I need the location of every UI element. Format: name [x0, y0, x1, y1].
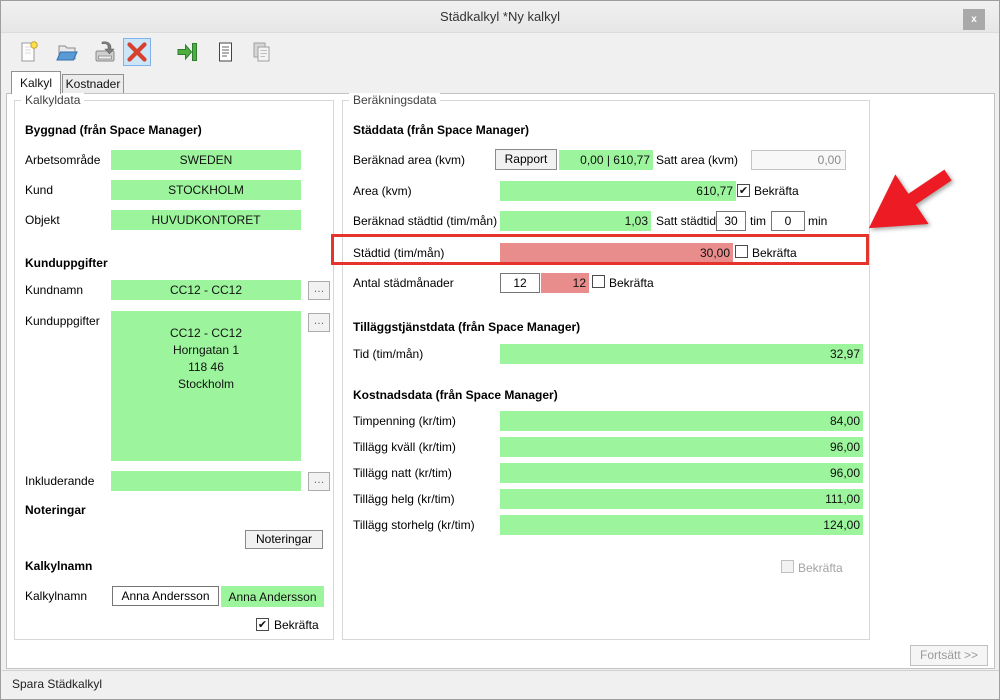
kalkylnamn-label: Kalkylnamn — [25, 589, 88, 603]
min-label: min — [808, 214, 828, 228]
kunduppgifter-field: CC12 - CC12 Horngatan 1 118 46 Stockholm — [111, 311, 301, 461]
tim-label: tim — [750, 214, 766, 228]
kalkylnamn-confirmed-field: Anna Andersson — [221, 586, 324, 607]
area-label: Area (kvm) — [353, 184, 412, 198]
address-line: 118 46 — [188, 360, 224, 374]
open-button[interactable] — [53, 38, 81, 66]
beraknad-area-field: 0,00 | 610,77 — [559, 150, 653, 170]
tab-page-kalkyl: Kalkyldata Byggnad (från Space Manager) … — [6, 93, 995, 669]
beraknad-area-label: Beräknad area (kvm) — [353, 153, 466, 167]
inkluderande-browse-button[interactable]: … — [308, 472, 330, 491]
area-bekrafta-checkbox[interactable]: ✔ — [737, 184, 750, 197]
manader-label: Antal städmånader — [353, 276, 454, 290]
report-page-icon — [219, 42, 232, 62]
objekt-label: Objekt — [25, 213, 60, 227]
beraknad-stadtid-label: Beräknad städtid (tim/mån) — [353, 214, 498, 228]
heading-noteringar: Noteringar — [25, 503, 86, 517]
tillagg-natt-label: Tillägg natt (kr/tim) — [353, 466, 452, 480]
close-button[interactable]: x — [963, 9, 985, 30]
kunduppgifter-browse-button[interactable]: … — [308, 313, 330, 332]
title-bar: Städkalkyl *Ny kalkyl x — [1, 1, 999, 33]
bottom-bekrafta-label: Bekräfta — [798, 561, 843, 575]
address-line: Horngatan 1 — [172, 343, 240, 357]
app-window: Städkalkyl *Ny kalkyl x Kalkyl Kostnader — [0, 0, 1000, 700]
address-line: CC12 - CC12 — [169, 326, 243, 340]
kalkylnamn-bekrafta-label: Bekräfta — [274, 618, 319, 632]
copy-pages-icon — [253, 42, 270, 62]
timpenning-field: 84,00 — [500, 411, 863, 431]
kalkylnamn-bekrafta-checkbox[interactable]: ✔ — [256, 618, 269, 631]
heading-kunduppgifter: Kunduppgifter — [25, 256, 108, 270]
save-button[interactable] — [91, 38, 119, 66]
kundnamn-field: CC12 - CC12 — [111, 280, 301, 300]
satt-area-label: Satt area (kvm) — [656, 153, 739, 167]
tab-kostnader[interactable]: Kostnader — [62, 74, 124, 94]
timpenning-label: Timpenning (kr/tim) — [353, 414, 456, 428]
inkluderande-label: Inkluderande — [25, 474, 95, 488]
tid-field: 32,97 — [500, 344, 863, 364]
manader-bekrafta-label: Bekräfta — [609, 276, 654, 290]
satt-stadtid-tim-input[interactable] — [716, 211, 746, 231]
kunduppgifter-label: Kunduppgifter — [25, 314, 100, 328]
tillagg-kvall-field: 96,00 — [500, 437, 863, 457]
heading-byggnad: Byggnad (från Space Manager) — [25, 123, 202, 137]
open-folder-icon — [56, 45, 78, 61]
manader-bekrafta-checkbox[interactable] — [592, 275, 605, 288]
annotation-arrow-icon — [868, 169, 952, 229]
new-document-button[interactable] — [15, 38, 43, 66]
manader-input[interactable] — [500, 273, 540, 293]
group-berakningsdata: Beräkningsdata Städdata (från Space Mana… — [342, 93, 870, 640]
annotation-highlight-box — [331, 234, 869, 265]
delete-x-icon — [127, 42, 147, 62]
tillagg-storhelg-field: 124,00 — [500, 515, 863, 535]
group-berakningsdata-caption: Beräkningsdata — [349, 93, 441, 107]
heading-kostnadsdata: Kostnadsdata (från Space Manager) — [353, 388, 558, 402]
tillagg-natt-field: 96,00 — [500, 463, 863, 483]
satt-area-field: 0,00 — [751, 150, 846, 170]
arbetsomrade-field: SWEDEN — [111, 150, 301, 170]
kundnamn-label: Kundnamn — [25, 283, 84, 297]
kundnamn-browse-button[interactable]: … — [308, 281, 330, 300]
group-kalkyldata: Kalkyldata Byggnad (från Space Manager) … — [14, 93, 334, 640]
manader-field: 12 — [541, 273, 589, 293]
toolbar — [1, 33, 999, 71]
save-icon — [95, 41, 115, 62]
heading-kalkylnamn: Kalkylnamn — [25, 559, 93, 573]
rapport-button[interactable]: Rapport — [495, 149, 557, 170]
delete-button[interactable] — [123, 38, 151, 66]
copy-button — [247, 38, 275, 66]
tillagg-kvall-label: Tillägg kväll (kr/tim) — [353, 440, 456, 454]
arbetsomrade-label: Arbetsområde — [25, 153, 101, 167]
customer-address: CC12 - CC12 Horngatan 1 118 46 Stockholm — [111, 325, 301, 393]
status-bar: Spara Städkalkyl — [2, 670, 999, 699]
report-button[interactable] — [211, 38, 239, 66]
new-document-icon — [21, 41, 38, 62]
kalkylnamn-input[interactable] — [112, 586, 219, 606]
beraknad-stadtid-field: 1,03 — [500, 211, 651, 231]
tab-kalkyl[interactable]: Kalkyl — [11, 71, 61, 94]
satt-stadtid-min-input[interactable] — [771, 211, 805, 231]
export-arrow-icon — [177, 43, 197, 61]
window-title: Städkalkyl *Ny kalkyl — [440, 9, 560, 24]
inkluderande-field — [111, 471, 301, 491]
tillagg-helg-field: 111,00 — [500, 489, 863, 509]
tillagg-storhelg-label: Tillägg storhelg (kr/tim) — [353, 518, 475, 532]
heading-tillaggstjanst: Tilläggstjänstdata (från Space Manager) — [353, 320, 581, 334]
area-bekrafta-label: Bekräfta — [754, 184, 799, 198]
tid-label: Tid (tim/mån) — [353, 347, 424, 361]
address-line: Stockholm — [177, 377, 235, 391]
objekt-field: HUVUDKONTORET — [111, 210, 301, 230]
group-kalkyldata-caption: Kalkyldata — [21, 93, 85, 107]
heading-staddata: Städdata (från Space Manager) — [353, 123, 530, 137]
tillagg-helg-label: Tillägg helg (kr/tim) — [353, 492, 455, 506]
noteringar-button[interactable]: Noteringar — [245, 530, 323, 549]
status-text: Spara Städkalkyl — [12, 677, 103, 691]
export-button[interactable] — [173, 38, 201, 66]
area-field: 610,77 — [500, 181, 736, 201]
kund-field: STOCKHOLM — [111, 180, 301, 200]
bottom-bekrafta-checkbox — [781, 560, 794, 573]
satt-stadtid-label: Satt städtid — [656, 214, 717, 228]
fortsatt-button: Fortsätt >> — [910, 645, 988, 666]
kund-label: Kund — [25, 183, 54, 197]
